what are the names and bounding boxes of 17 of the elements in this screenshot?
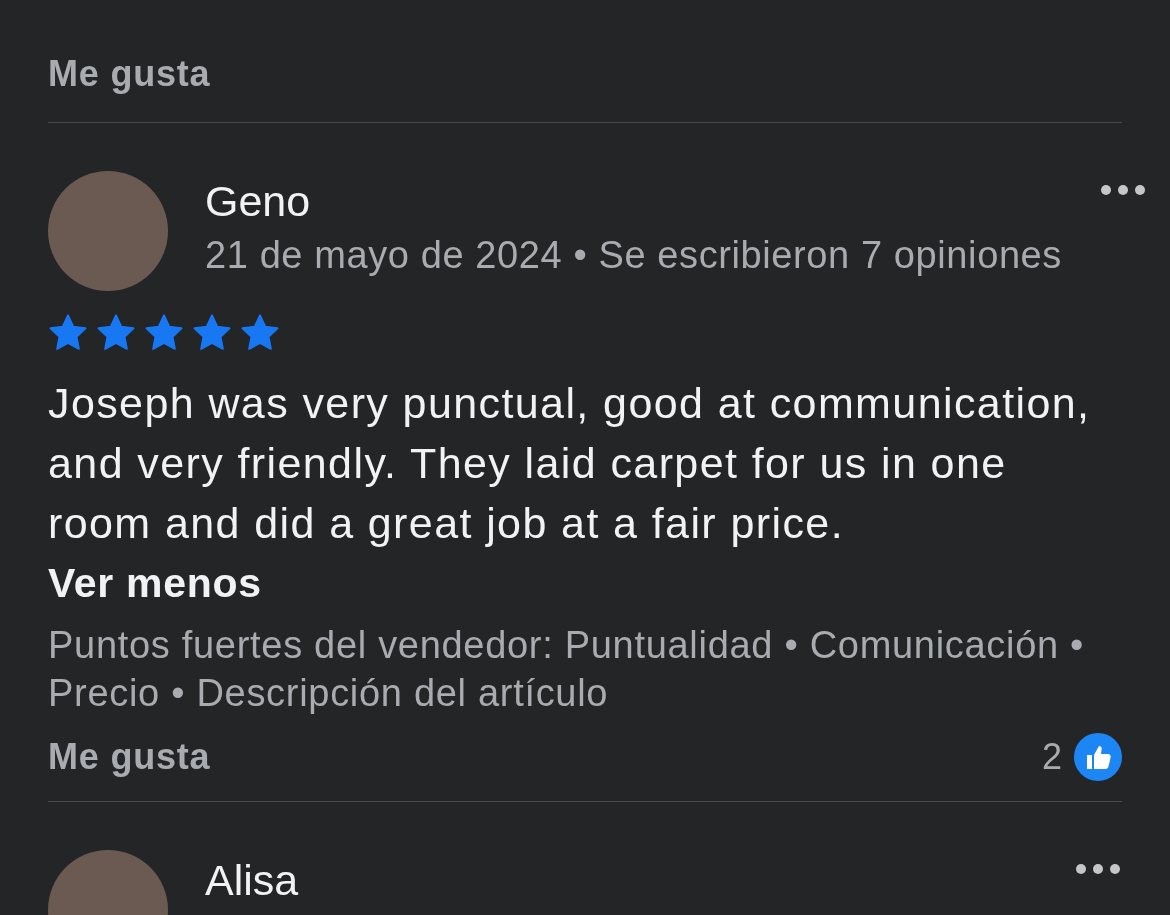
star-icon — [240, 313, 280, 353]
star-icon — [48, 313, 88, 353]
more-options-icon[interactable] — [1098, 183, 1147, 197]
like-count: 2 — [1041, 736, 1062, 778]
star-icon — [96, 313, 136, 353]
star-icon — [192, 313, 232, 353]
seller-strengths: Puntos fuertes del vendedor: Puntualidad • Comunicación • Precio • Descripción del artículo — [48, 623, 1086, 716]
reviewer-name[interactable]: Alisa — [205, 856, 1037, 905]
review-meta: 21 de mayo de 2024 • Se escribieron 7 opiniones — [205, 234, 1062, 277]
likes-heading: Me gusta — [48, 52, 211, 96]
thumbs-up-icon — [1074, 733, 1122, 781]
like-link[interactable]: Me gusta — [48, 736, 211, 778]
star-icon — [144, 313, 184, 353]
reviewer-name[interactable]: Geno — [205, 177, 1062, 226]
more-options-icon[interactable] — [1074, 862, 1122, 876]
see-less-link[interactable]: Ver menos — [48, 553, 262, 613]
review-text: Joseph was very punctual, good at communication, and very friendly. They laid carpet for us in one room and did a great job at a fair price. — [48, 378, 1092, 549]
